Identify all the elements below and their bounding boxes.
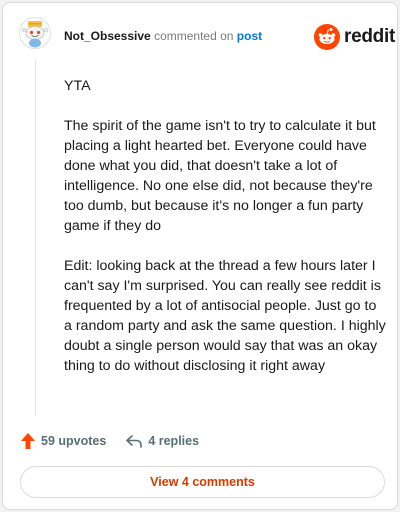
comment-card: Not_Obsessive commented on post reddit Y… <box>2 2 398 510</box>
reddit-logo-icon <box>314 24 340 50</box>
thread-line[interactable] <box>35 59 36 416</box>
replies-button[interactable]: 4 replies <box>126 434 199 448</box>
snoo-avatar-icon <box>19 17 51 49</box>
comment-paragraph: The spirit of the game isn't to try to c… <box>64 118 376 234</box>
upvote-count: 59 upvotes <box>41 434 107 448</box>
upvote-arrow-icon <box>21 433 35 449</box>
reply-count: 4 replies <box>148 434 200 448</box>
comment-paragraph: YTA <box>64 78 91 94</box>
comment-actions: 59 upvotes 4 replies <box>21 433 199 449</box>
reddit-logo[interactable]: reddit <box>314 24 395 50</box>
comment-body: YTA The spirit of the game isn't to try … <box>64 76 386 396</box>
upvote-button[interactable]: 59 upvotes <box>21 433 106 449</box>
action-text: commented on <box>154 29 234 43</box>
username-link[interactable]: Not_Obsessive <box>64 29 151 43</box>
comment-header: Not_Obsessive commented on post <box>64 28 262 44</box>
view-comments-button[interactable]: View 4 comments <box>20 466 385 498</box>
reply-arrow-icon <box>126 434 143 448</box>
post-link[interactable]: post <box>237 29 262 43</box>
reddit-wordmark: reddit <box>344 26 395 47</box>
avatar[interactable] <box>19 17 51 49</box>
comment-paragraph: Edit: looking back at the thread a few h… <box>64 258 386 374</box>
